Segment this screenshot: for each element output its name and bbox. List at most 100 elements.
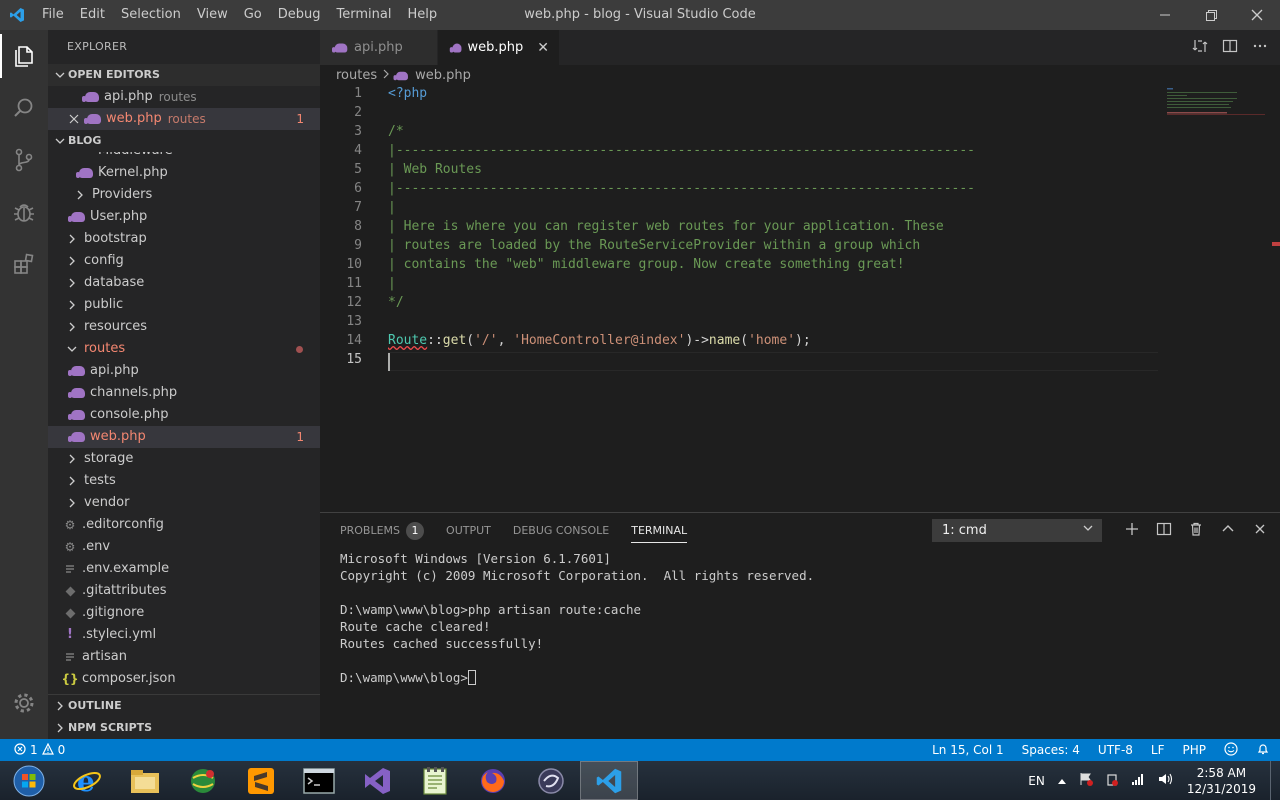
- npm-scripts-section[interactable]: NPM SCRIPTS: [48, 717, 320, 739]
- tree-folder[interactable]: storage: [48, 448, 320, 470]
- taskbar-network-app[interactable]: [174, 761, 232, 800]
- outline-label: OUTLINE: [68, 699, 122, 712]
- taskbar-eclipse[interactable]: [522, 761, 580, 800]
- tab-web-php[interactable]: web.php ✕: [438, 30, 560, 65]
- tree-folder[interactable]: public: [48, 294, 320, 316]
- start-button[interactable]: [0, 761, 58, 800]
- tab-api-php[interactable]: api.php: [320, 30, 438, 65]
- tree-folder[interactable]: database: [48, 272, 320, 294]
- code-editor[interactable]: 1 2 3 4 5 6 7 8 9 10 11 12 13 14 15 <?php /* |--------…: [320, 86, 1170, 511]
- menu-help[interactable]: Help: [399, 0, 445, 30]
- tree-file[interactable]: {} composer.json: [48, 668, 320, 690]
- taskbar-file-explorer[interactable]: [116, 761, 174, 800]
- tree-file[interactable]: ⚙ .editorconfig: [48, 514, 320, 536]
- blog-section[interactable]: BLOG: [48, 130, 320, 152]
- source-control-activity[interactable]: [0, 134, 48, 186]
- tree-file-web[interactable]: web.php 1: [48, 426, 320, 448]
- new-terminal-icon[interactable]: [1124, 521, 1140, 541]
- outline-section[interactable]: OUTLINE: [48, 695, 320, 717]
- debug-activity[interactable]: [0, 186, 48, 238]
- tree-folder[interactable]: tests: [48, 470, 320, 492]
- tree-file[interactable]: channels.php: [48, 382, 320, 404]
- show-desktop-button[interactable]: [1270, 761, 1280, 800]
- open-editors-section[interactable]: OPEN EDITORS: [48, 64, 320, 86]
- tree-folder[interactable]: vendor: [48, 492, 320, 514]
- split-editor-icon[interactable]: [1222, 38, 1238, 58]
- menu-terminal[interactable]: Terminal: [329, 0, 400, 30]
- breadcrumb-folder[interactable]: routes: [336, 65, 377, 87]
- bell-icon[interactable]: [1256, 742, 1270, 759]
- tree-file[interactable]: .gitattributes: [48, 580, 320, 602]
- tree-file[interactable]: .gitignore: [48, 602, 320, 624]
- menu-selection[interactable]: Selection: [113, 0, 189, 30]
- tree-folder[interactable]: resources: [48, 316, 320, 338]
- tree-file[interactable]: api.php: [48, 360, 320, 382]
- tree-file[interactable]: console.php: [48, 404, 320, 426]
- taskbar-visual-studio[interactable]: [348, 761, 406, 800]
- action-center-flag-icon[interactable]: [1079, 772, 1093, 789]
- menu-edit[interactable]: Edit: [72, 0, 113, 30]
- taskbar-firefox[interactable]: [464, 761, 522, 800]
- tree-folder[interactable]: bootstrap: [48, 228, 320, 250]
- problems-status[interactable]: 1 0: [0, 742, 65, 758]
- tree-folder[interactable]: Providers: [48, 184, 320, 206]
- tree-file[interactable]: .env.example: [48, 558, 320, 580]
- volume-icon[interactable]: [1157, 772, 1173, 789]
- taskbar-command-prompt[interactable]: [290, 761, 348, 800]
- cursor-position[interactable]: Ln 15, Col 1: [932, 743, 1004, 757]
- chevron-down-icon: [52, 70, 68, 80]
- open-editor-item[interactable]: api.php routes: [48, 86, 320, 108]
- tab-problems[interactable]: PROBLEMS 1: [340, 513, 425, 548]
- search-activity[interactable]: [0, 82, 48, 134]
- terminal-select[interactable]: 1: cmd: [932, 519, 1102, 542]
- power-icon[interactable]: [1105, 772, 1119, 789]
- maximize-panel-icon[interactable]: [1220, 521, 1236, 541]
- minimap[interactable]: [1165, 86, 1265, 126]
- tree-file[interactable]: User.php: [48, 206, 320, 228]
- tree-file[interactable]: ! .styleci.yml: [48, 624, 320, 646]
- network-signal-icon[interactable]: [1131, 773, 1145, 788]
- tree-file[interactable]: artisan: [48, 646, 320, 668]
- input-language[interactable]: EN: [1028, 774, 1045, 788]
- explorer-activity[interactable]: [0, 30, 48, 82]
- language-mode[interactable]: PHP: [1183, 743, 1207, 757]
- tree-file[interactable]: ⚙ .env: [48, 536, 320, 558]
- taskbar-sublime-text[interactable]: [232, 761, 290, 800]
- tree-folder[interactable]: Middleware: [48, 152, 173, 162]
- menu-debug[interactable]: Debug: [270, 0, 329, 30]
- menu-go[interactable]: Go: [236, 0, 270, 30]
- more-actions-icon[interactable]: [1252, 38, 1268, 58]
- tree-folder-routes[interactable]: routes: [48, 338, 320, 360]
- close-tab-icon[interactable]: ✕: [537, 40, 549, 56]
- menu-file[interactable]: File: [34, 0, 72, 30]
- tab-output[interactable]: OUTPUT: [446, 513, 491, 548]
- encoding[interactable]: UTF-8: [1098, 743, 1133, 757]
- close-window-button[interactable]: [1234, 0, 1280, 30]
- clock[interactable]: 2:58 AM 12/31/2019: [1187, 765, 1256, 797]
- tree-folder[interactable]: config: [48, 250, 320, 272]
- indentation[interactable]: Spaces: 4: [1022, 743, 1080, 757]
- close-panel-icon[interactable]: [1252, 521, 1268, 541]
- tray-expand-icon[interactable]: [1057, 774, 1067, 788]
- taskbar-notepad[interactable]: [406, 761, 464, 800]
- tab-terminal[interactable]: TERMINAL: [631, 513, 687, 548]
- close-icon[interactable]: [66, 111, 82, 127]
- tab-debug-console[interactable]: DEBUG CONSOLE: [513, 513, 609, 548]
- smiley-feedback-icon[interactable]: [1224, 741, 1238, 759]
- split-terminal-icon[interactable]: [1156, 521, 1172, 541]
- open-editor-item[interactable]: web.php routes 1: [48, 108, 320, 130]
- manage-activity[interactable]: [0, 677, 48, 729]
- extensions-activity[interactable]: [0, 238, 48, 290]
- trash-icon[interactable]: [1188, 521, 1204, 541]
- restore-button[interactable]: [1188, 0, 1234, 30]
- end-of-line[interactable]: LF: [1151, 743, 1165, 757]
- compare-changes-icon[interactable]: [1192, 38, 1208, 58]
- tree-file[interactable]: Kernel.php: [48, 162, 320, 184]
- menu-view[interactable]: View: [189, 0, 236, 30]
- minimize-button[interactable]: [1142, 0, 1188, 30]
- breadcrumb-file[interactable]: web.php: [415, 65, 471, 87]
- terminal-output[interactable]: Microsoft Windows [Version 6.1.7601] Cop…: [340, 550, 814, 686]
- chevron-right-icon: [64, 231, 80, 247]
- taskbar-vscode[interactable]: [580, 761, 638, 800]
- taskbar-internet-explorer[interactable]: e: [58, 761, 116, 800]
